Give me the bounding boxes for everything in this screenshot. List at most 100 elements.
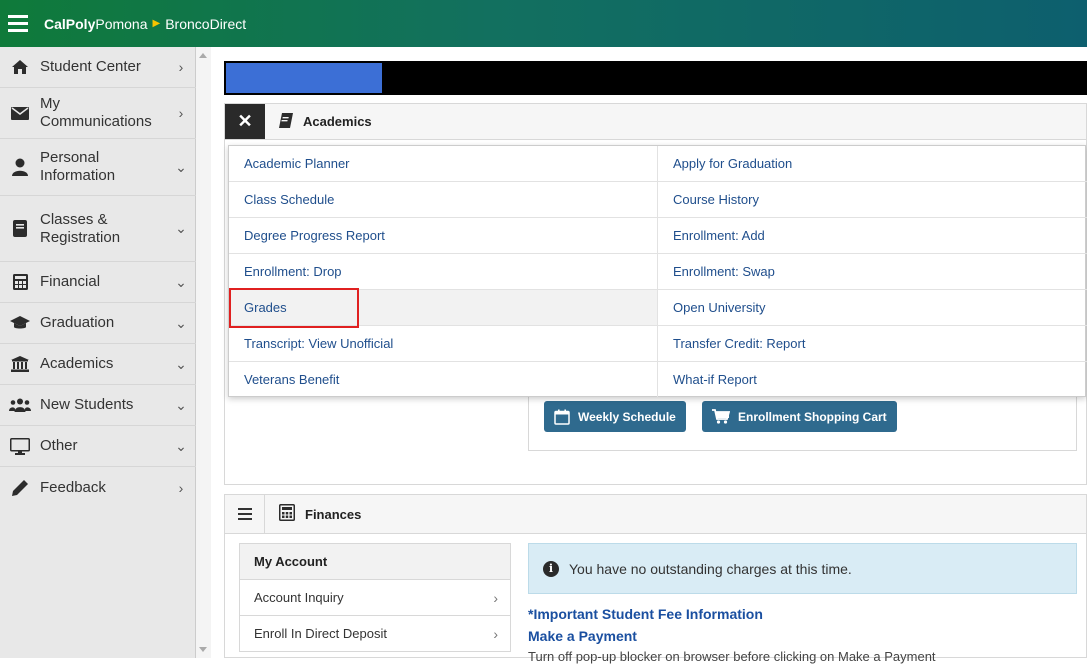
menu-row: Academic Planner Apply for Graduation bbox=[229, 146, 1087, 182]
menu-item-grades[interactable]: Grades bbox=[229, 290, 658, 325]
sidebar-scrollbar[interactable] bbox=[196, 47, 211, 658]
shopping-cart-icon bbox=[712, 409, 730, 424]
sidebar-item-label: Academics bbox=[40, 355, 114, 372]
sidebar-item-graduation[interactable]: Graduation ⌄ bbox=[0, 303, 196, 344]
sidebar-item-classes-registration[interactable]: Classes & Registration ⌄ bbox=[0, 196, 196, 262]
sidebar-item-student-center[interactable]: Student Center › bbox=[0, 47, 196, 88]
sidebar-item-financial[interactable]: Financial ⌄ bbox=[0, 262, 196, 303]
sidebar: Student Center › My Communications › Per… bbox=[0, 47, 196, 658]
alert-message: You have no outstanding charges at this … bbox=[569, 560, 852, 577]
menu-item-degree-progress-report[interactable]: Degree Progress Report bbox=[229, 218, 658, 253]
enroll-direct-deposit-label: Enroll In Direct Deposit bbox=[254, 626, 387, 641]
hamburger-menu-icon[interactable] bbox=[0, 0, 36, 47]
redacted-name-block bbox=[226, 63, 382, 93]
info-icon: i bbox=[543, 560, 559, 577]
menu-item-transcript-view-unofficial[interactable]: Transcript: View Unofficial bbox=[229, 326, 658, 361]
brand-app-name: BroncoDirect bbox=[165, 15, 247, 32]
brand-arrow-icon: ▶ bbox=[152, 18, 161, 29]
user-icon bbox=[0, 158, 40, 176]
sidebar-item-feedback[interactable]: Feedback › bbox=[0, 467, 196, 508]
payment-note: Turn off pop-up blocker on browser befor… bbox=[528, 649, 936, 664]
sidebar-item-academics[interactable]: Academics ⌄ bbox=[0, 344, 196, 385]
chevron-down-icon: ⌄ bbox=[175, 396, 187, 413]
menu-item-veterans-benefit[interactable]: Veterans Benefit bbox=[229, 362, 658, 397]
home-icon bbox=[0, 59, 40, 75]
my-account-header: My Account bbox=[239, 543, 511, 580]
chevron-down-icon: ⌄ bbox=[175, 437, 187, 454]
account-inquiry-item[interactable]: Account Inquiry › bbox=[239, 580, 511, 616]
outstanding-charges-alert: i You have no outstanding charges at thi… bbox=[528, 543, 1077, 594]
menu-row: Enrollment: Drop Enrollment: Swap bbox=[229, 254, 1087, 290]
book-icon bbox=[279, 112, 293, 131]
student-name-banner bbox=[224, 61, 1087, 95]
graduation-cap-icon bbox=[0, 316, 40, 330]
enroll-direct-deposit-item[interactable]: Enroll In Direct Deposit › bbox=[239, 616, 511, 652]
menu-item-class-schedule[interactable]: Class Schedule bbox=[229, 182, 658, 217]
sidebar-item-personal-information[interactable]: Personal Information ⌄ bbox=[0, 139, 196, 196]
university-icon bbox=[0, 356, 40, 372]
shopping-cart-label: Enrollment Shopping Cart bbox=[738, 409, 887, 424]
menu-item-academic-planner[interactable]: Academic Planner bbox=[229, 146, 658, 181]
enrollment-shopping-cart-button[interactable]: Enrollment Shopping Cart bbox=[702, 401, 897, 432]
chevron-down-icon: ⌄ bbox=[175, 355, 187, 372]
academics-panel-header: ✕ Academics bbox=[224, 103, 1087, 140]
my-account-list: My Account Account Inquiry › Enroll In D… bbox=[239, 543, 511, 652]
calculator-icon bbox=[279, 504, 295, 524]
brand-calpoly: CalPoly bbox=[44, 15, 96, 32]
chevron-right-icon: › bbox=[178, 479, 184, 496]
menu-row: Class Schedule Course History bbox=[229, 182, 1087, 218]
close-icon[interactable]: ✕ bbox=[225, 104, 265, 139]
brand-pomona: Pomona bbox=[95, 15, 148, 32]
scroll-down-arrow-icon[interactable] bbox=[199, 647, 207, 652]
sidebar-item-label: Feedback bbox=[40, 478, 106, 496]
finances-panel-header: Finances bbox=[224, 494, 1087, 534]
menu-item-apply-for-graduation[interactable]: Apply for Graduation bbox=[658, 146, 1087, 181]
academics-title: Academics bbox=[303, 114, 372, 129]
pencil-icon bbox=[0, 479, 40, 497]
calendar-icon bbox=[554, 409, 570, 425]
weekly-schedule-label: Weekly Schedule bbox=[578, 409, 676, 424]
chevron-down-icon: ⌄ bbox=[175, 220, 187, 236]
sidebar-item-label: New Students bbox=[40, 396, 134, 413]
top-bar: CalPoly Pomona ▶ BroncoDirect bbox=[0, 0, 1087, 47]
chevron-down-icon: ⌄ bbox=[175, 158, 187, 175]
menu-item-what-if-report[interactable]: What-if Report bbox=[658, 362, 1087, 397]
sidebar-item-label: Student Center bbox=[40, 58, 141, 75]
calculator-icon bbox=[0, 274, 40, 290]
chevron-down-icon: ⌄ bbox=[175, 314, 187, 331]
menu-item-open-university[interactable]: Open University bbox=[658, 290, 1087, 325]
menu-item-course-history[interactable]: Course History bbox=[658, 182, 1087, 217]
chevron-right-icon: › bbox=[493, 589, 498, 606]
account-inquiry-label: Account Inquiry bbox=[254, 590, 344, 605]
finances-title: Finances bbox=[305, 506, 362, 522]
menu-item-transfer-credit-report[interactable]: Transfer Credit: Report bbox=[658, 326, 1087, 361]
fee-information-link[interactable]: *Important Student Fee Information bbox=[528, 606, 763, 622]
sidebar-item-label: Financial bbox=[40, 273, 101, 290]
menu-item-enrollment-swap[interactable]: Enrollment: Swap bbox=[658, 254, 1087, 289]
schedule-buttons-box: Weekly Schedule Enrollment Shopping Cart bbox=[528, 393, 1077, 451]
sidebar-item-label: Personal Information bbox=[40, 149, 116, 184]
sidebar-item-label: Graduation bbox=[40, 314, 115, 331]
brand[interactable]: CalPoly Pomona ▶ BroncoDirect bbox=[44, 16, 246, 32]
make-payment-link[interactable]: Make a Payment bbox=[528, 628, 637, 644]
menu-item-enrollment-drop[interactable]: Enrollment: Drop bbox=[229, 254, 658, 289]
chevron-right-icon: › bbox=[178, 59, 184, 75]
sidebar-item-other[interactable]: Other ⌄ bbox=[0, 426, 196, 467]
menu-row: Veterans Benefit What-if Report bbox=[229, 362, 1087, 398]
chevron-down-icon: ⌄ bbox=[175, 273, 187, 290]
sidebar-item-new-students[interactable]: New Students ⌄ bbox=[0, 385, 196, 426]
menu-row: Transcript: View Unofficial Transfer Cre… bbox=[229, 326, 1087, 362]
menu-item-enrollment-add[interactable]: Enrollment: Add bbox=[658, 218, 1087, 253]
sidebar-item-my-communications[interactable]: My Communications › bbox=[0, 88, 196, 139]
chevron-right-icon: › bbox=[493, 625, 498, 642]
weekly-schedule-button[interactable]: Weekly Schedule bbox=[544, 401, 686, 432]
menu-row: Grades Open University bbox=[229, 290, 1087, 326]
desktop-icon bbox=[0, 437, 40, 455]
sidebar-item-label: Classes & Registration bbox=[40, 210, 121, 246]
hamburger-icon[interactable] bbox=[225, 495, 265, 533]
menu-row: Degree Progress Report Enrollment: Add bbox=[229, 218, 1087, 254]
envelope-icon bbox=[0, 106, 40, 120]
sidebar-item-label: My Communications bbox=[40, 95, 152, 130]
sidebar-item-label: Other bbox=[40, 437, 78, 454]
scroll-up-arrow-icon[interactable] bbox=[199, 53, 207, 58]
